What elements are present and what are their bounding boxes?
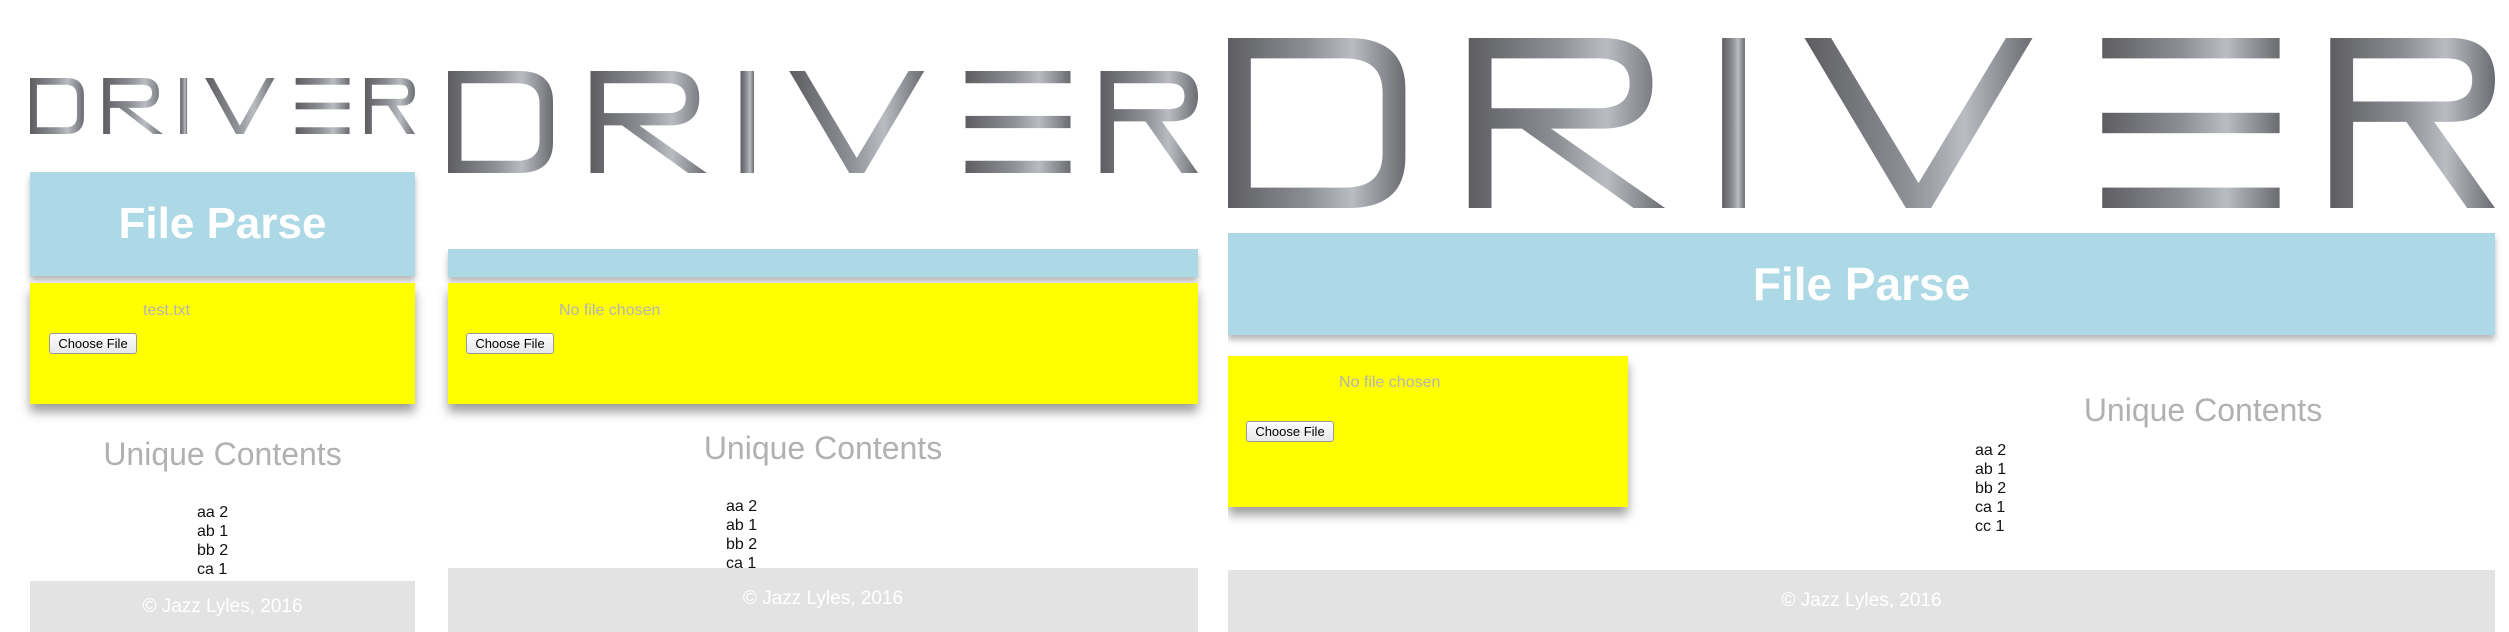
choose-file-button[interactable]: Choose File [466,333,554,354]
file-upload-panel: test.txt Choose File [30,283,415,404]
file-upload-panel: No file chosen Choose File [448,283,1198,404]
list-item: ab 1 [197,523,229,540]
list-item: bb 2 [1975,480,2007,497]
chosen-file-name: No file chosen [1339,374,1441,391]
copyright-text: © Jazz Lyles, 2016 [742,588,904,609]
unique-contents-list: aa 2 ab 1 bb 2 ca 1 [197,503,228,579]
footer: © Jazz Lyles, 2016 [1228,570,2495,632]
unique-contents-title: Unique Contents [703,430,943,466]
list-item: aa 2 [726,498,758,515]
footer: © Jazz Lyles, 2016 [448,568,1198,632]
page-header: File Parse [1228,233,2495,335]
unique-contents-list: aa 2 ab 1 bb 2 ca 1 cc 1 [1975,441,2006,536]
page-title: File Parse [1752,258,1971,310]
choose-file-button[interactable]: Choose File [49,333,137,354]
list-item: ca 1 [197,561,228,578]
unique-contents-title: Unique Contents [103,436,342,472]
list-item: ca 1 [1975,499,2006,516]
chosen-file-name: No file chosen [559,302,661,319]
unique-contents-title: Unique Contents [2083,392,2323,428]
desktop-view: File Parse No file chosen Choose File Un… [1228,0,2509,632]
list-item: aa 2 [1975,442,2007,459]
footer: © Jazz Lyles, 2016 [30,581,415,632]
mobile-view: File Parse test.txt Choose File Unique C… [0,0,430,632]
page-title: File Parse [118,199,327,248]
copyright-text: © Jazz Lyles, 2016 [1781,590,1942,611]
page-header: File Parse [30,172,415,276]
page-header [448,249,1198,277]
driver-logo [30,78,415,134]
driver-logo [448,71,1198,173]
list-item: bb 2 [197,542,229,559]
driver-logo [1228,38,2495,208]
tablet-view: No file chosen Choose File Unique Conten… [430,0,1228,632]
file-upload-panel: No file chosen Choose File [1228,356,1628,507]
list-item: cc 1 [1975,518,2005,535]
list-item: ab 1 [1975,461,2007,478]
chosen-file-name: test.txt [143,302,191,319]
list-item: aa 2 [197,504,229,521]
unique-contents-list: aa 2 ab 1 bb 2 ca 1 [726,497,757,573]
choose-file-button[interactable]: Choose File [1246,421,1334,442]
list-item: ab 1 [726,517,758,534]
list-item: bb 2 [726,536,758,553]
copyright-text: © Jazz Lyles, 2016 [142,595,303,617]
